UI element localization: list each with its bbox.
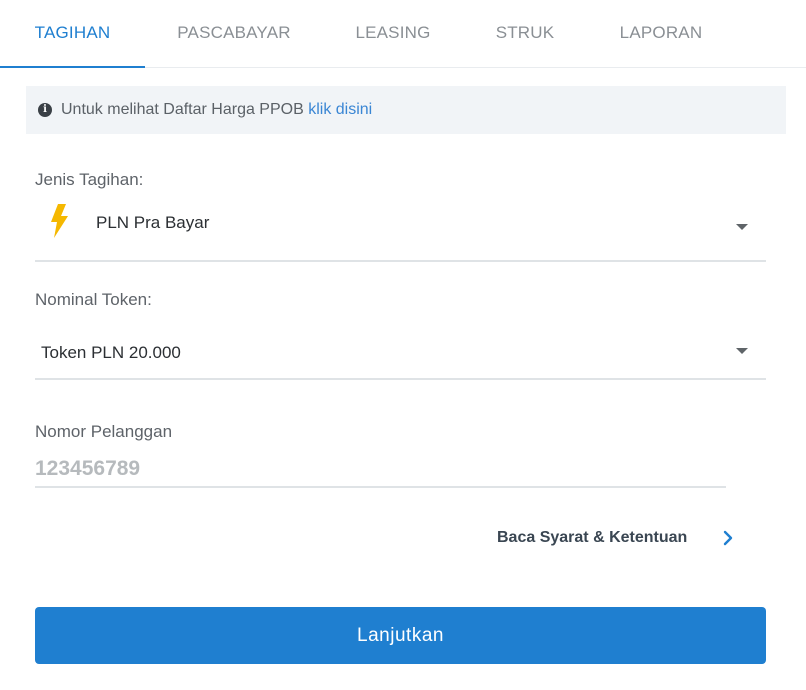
lightning-bolt-icon — [51, 204, 68, 238]
tab-tagihan[interactable]: TAGIHAN — [0, 0, 145, 68]
tab-pascabayar[interactable]: PASCABAYAR — [145, 0, 323, 68]
active-tab-indicator — [0, 66, 145, 68]
info-text: Untuk melihat Daftar Harga PPOB — [61, 101, 309, 118]
customer-number-field[interactable] — [35, 452, 726, 488]
bill-type-label: Jenis Tagihan: — [35, 170, 144, 189]
tab-struk[interactable]: STRUK — [463, 0, 587, 68]
bill-type-select[interactable]: PLN Pra Bayar — [35, 200, 766, 262]
customer-number-input[interactable] — [35, 452, 726, 486]
info-banner: i Untuk melihat Daftar Harga PPOB klik d… — [26, 86, 786, 134]
chevron-right-icon — [723, 530, 733, 546]
info-message: Untuk melihat Daftar Harga PPOB klik dis… — [61, 86, 372, 134]
continue-button[interactable]: Lanjutkan — [35, 607, 766, 664]
chevron-down-icon — [736, 224, 748, 230]
chevron-down-icon — [736, 348, 748, 354]
price-list-link[interactable]: klik disini — [308, 101, 372, 118]
token-label: Nominal Token: — [35, 290, 152, 309]
bill-type-value: PLN Pra Bayar — [96, 213, 210, 232]
terms-link[interactable]: Baca Syarat & Ketentuan — [497, 524, 747, 552]
info-circle-icon: i — [38, 103, 52, 117]
tab-leasing[interactable]: LEASING — [323, 0, 463, 68]
terms-label: Baca Syarat & Ketentuan — [497, 529, 688, 546]
tab-laporan[interactable]: LAPORAN — [587, 0, 735, 68]
token-select[interactable]: Token PLN 20.000 — [35, 330, 766, 380]
customer-number-label: Nomor Pelanggan — [35, 422, 173, 441]
token-value: Token PLN 20.000 — [41, 343, 181, 362]
tab-bar: TAGIHAN PASCABAYAR LEASING STRUK LAPORAN — [0, 0, 806, 68]
